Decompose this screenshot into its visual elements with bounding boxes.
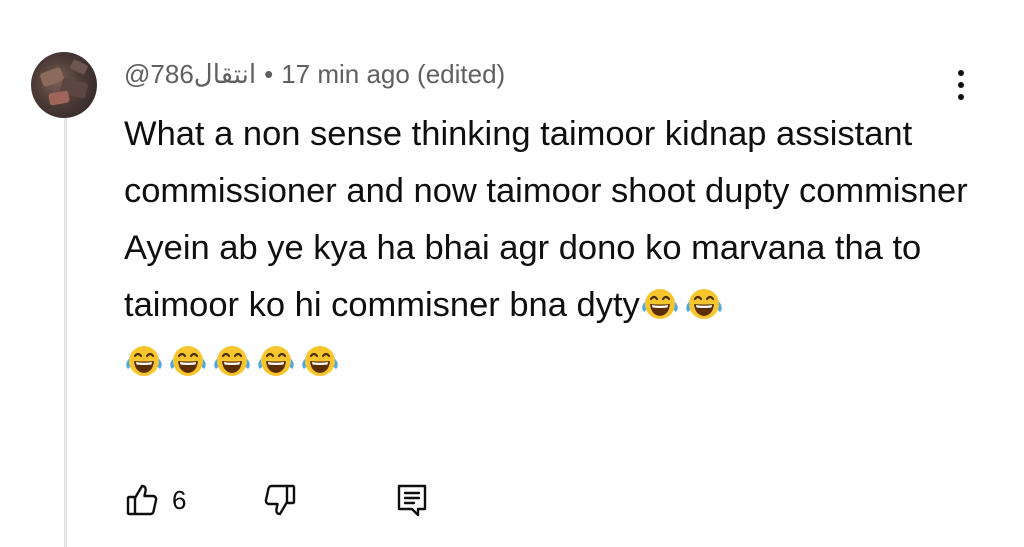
laughing-tears-emoji-icon	[300, 343, 340, 379]
author-handle[interactable]: @انتقال786	[124, 59, 256, 89]
laughing-tears-emoji-icon	[212, 343, 252, 379]
reply-button[interactable]	[394, 482, 430, 518]
comment-paragraph: Ayein ab ye kya ha bhai agr dono ko marv…	[124, 220, 984, 391]
like-button[interactable]: 6	[124, 482, 262, 518]
reply-comment-icon	[394, 482, 430, 518]
emoji-group-inline	[640, 286, 724, 322]
comment-paragraph: What a non sense thinking taimoor kidnap…	[124, 115, 968, 210]
laughing-tears-emoji-icon	[168, 343, 208, 379]
more-vertical-icon-dot	[958, 94, 964, 100]
laughing-tears-emoji-icon	[256, 343, 296, 379]
thumbs-up-icon	[124, 482, 160, 518]
comment-header: @انتقال786 • 17 min ago (edited)	[124, 56, 505, 92]
laughing-tears-emoji-icon	[124, 343, 164, 379]
thumbs-down-icon	[262, 482, 298, 518]
laughing-tears-emoji-icon	[640, 286, 680, 322]
avatar-patch	[48, 90, 70, 106]
avatar-patch	[69, 59, 89, 75]
comment-actions: 6	[124, 480, 430, 520]
more-options-button[interactable]	[944, 62, 978, 108]
avatar[interactable]	[31, 52, 97, 118]
laughing-tears-emoji-icon	[684, 286, 724, 322]
emoji-group-next-line	[124, 343, 340, 379]
more-vertical-icon-dot	[958, 82, 964, 88]
reply-thread-line	[64, 118, 67, 547]
header-separator: •	[264, 59, 274, 89]
comment-body: What a non sense thinking taimoor kidnap…	[124, 106, 984, 391]
like-count: 6	[172, 484, 187, 515]
dislike-button[interactable]	[262, 482, 298, 518]
comment-paragraph-text: Ayein ab ye kya ha bhai agr dono ko marv…	[124, 229, 922, 324]
comment-timestamp[interactable]: 17 min ago (edited)	[281, 59, 505, 89]
more-vertical-icon	[958, 70, 964, 76]
